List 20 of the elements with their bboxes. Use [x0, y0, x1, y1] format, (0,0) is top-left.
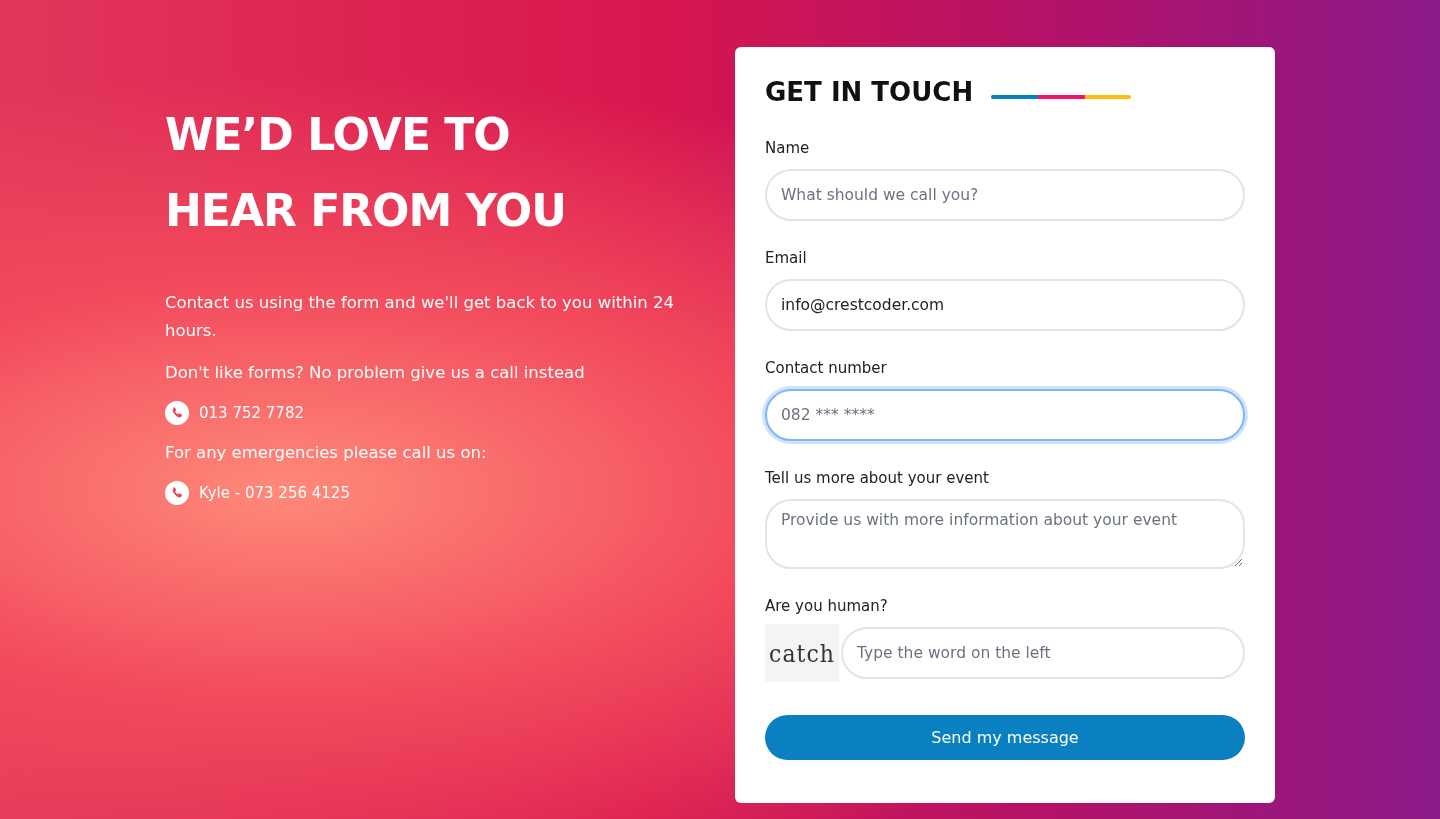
input-field[interactable]: info@crestcoder.com: [765, 279, 1245, 331]
message-field[interactable]: Provide us with more information about your event: [765, 499, 1245, 569]
info-text: Don't like forms? No problem give us a call instead: [165, 362, 586, 384]
send-button[interactable]: Send my message: [765, 715, 1245, 760]
field-label: Are you human?: [765, 597, 889, 615]
captcha-field[interactable]: Type the word on the left: [841, 627, 1245, 679]
captcha-image: catch: [765, 624, 839, 682]
field-label: Tell us more about your event: [765, 469, 990, 487]
form-title: GET IN TOUCH: [765, 77, 974, 107]
phone-number: 013 752 7782: [199, 404, 304, 422]
info-text: Contact us using the form and we'll get back to you within 24 hours.: [165, 292, 675, 342]
info-text: For any emergencies please call us on:: [165, 442, 488, 464]
phone-icon: [165, 481, 189, 505]
field-label: Contact number: [765, 359, 888, 377]
input-field[interactable]: 082 *** ****: [765, 389, 1245, 441]
field-label: Name: [765, 139, 811, 157]
phone-icon: [165, 401, 189, 425]
phone-number: Kyle - 073 256 4125: [199, 484, 350, 502]
hero-heading: WE’D LOVE TO HEAR FROM YOU: [165, 108, 567, 238]
field-label: Email: [765, 249, 808, 267]
